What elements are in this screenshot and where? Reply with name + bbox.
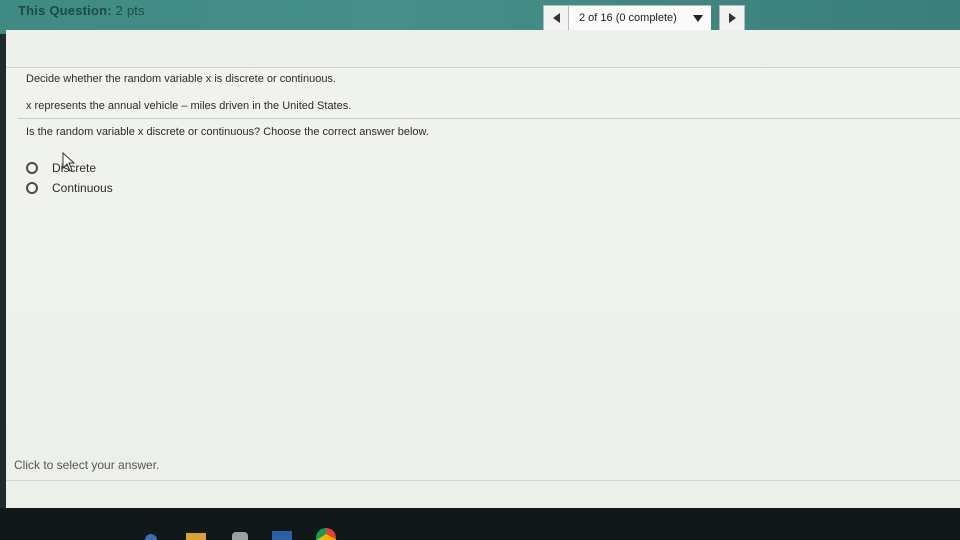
footer-divider: [6, 480, 960, 481]
folder-icon[interactable]: [186, 533, 206, 540]
chrome-icon[interactable]: [316, 528, 336, 540]
right-arrow-icon: [728, 13, 736, 23]
chevron-down-icon: [693, 14, 703, 22]
question-navigator: 2 of 16 (0 complete): [543, 5, 745, 31]
next-question-button[interactable]: [719, 5, 745, 31]
mouse-pointer-icon: [62, 152, 76, 172]
question-panel: Decide whether the random variable x is …: [6, 30, 960, 508]
option-continuous-label[interactable]: Continuous: [52, 181, 113, 195]
option-continuous[interactable]: Continuous: [26, 181, 113, 195]
radio-continuous[interactable]: [26, 182, 38, 194]
panel-toolbar: [6, 30, 960, 68]
footer-hint: Click to select your answer.: [14, 458, 160, 472]
store-icon[interactable]: [232, 532, 248, 540]
taskbar: [0, 508, 960, 540]
divider: [18, 118, 960, 119]
option-discrete[interactable]: Discrete: [26, 161, 96, 175]
question-context: x represents the annual vehicle – miles …: [26, 100, 352, 112]
top-header-bar: This Question: 2 pts 2 of 16 (0 complete…: [0, 0, 960, 34]
radio-discrete[interactable]: [26, 162, 38, 174]
question-select-dropdown[interactable]: 2 of 16 (0 complete): [569, 5, 711, 31]
question-label: This Question:: [18, 3, 112, 18]
question-text: Is the random variable x discrete or con…: [26, 126, 429, 138]
question-prompt: Decide whether the random variable x is …: [26, 73, 336, 85]
question-points: This Question: 2 pts: [18, 3, 145, 18]
file-explorer-icon[interactable]: [145, 534, 157, 540]
points-value: 2 pts: [115, 3, 145, 18]
previous-question-button[interactable]: [543, 5, 569, 31]
progress-text: 2 of 16 (0 complete): [579, 12, 677, 24]
word-icon[interactable]: [272, 531, 292, 540]
left-arrow-icon: [552, 13, 560, 23]
